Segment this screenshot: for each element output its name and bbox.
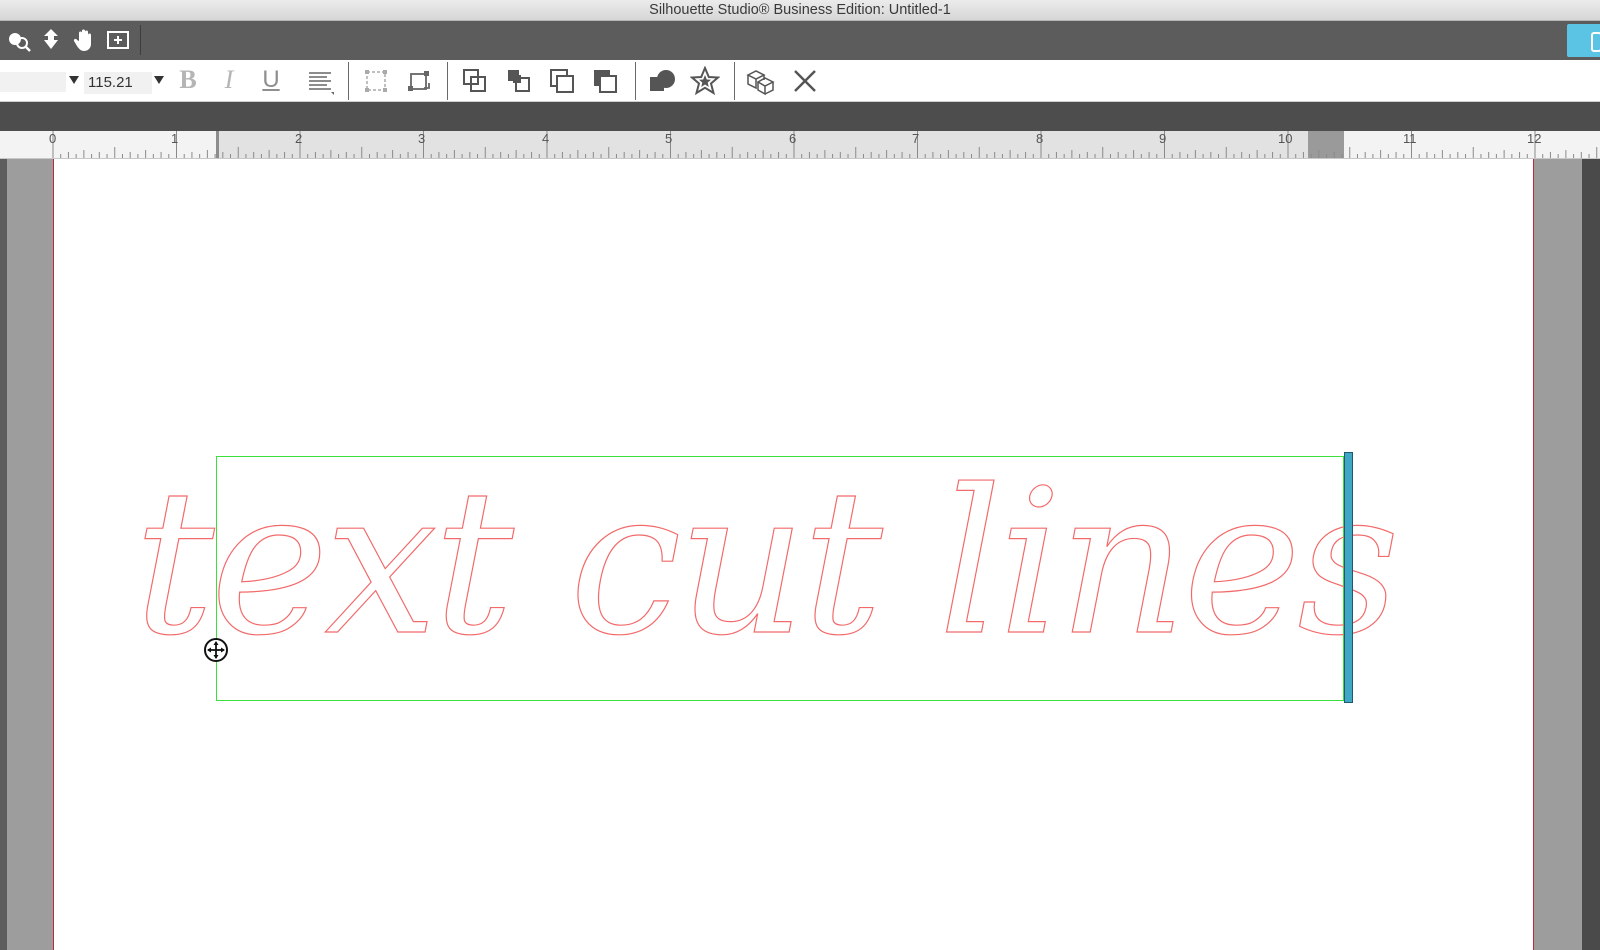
3d-box-icon[interactable] bbox=[745, 66, 775, 96]
ruler-label: 0 bbox=[49, 131, 57, 146]
merge-shapes-icon[interactable] bbox=[647, 66, 677, 96]
toolbar-separator bbox=[140, 25, 141, 55]
font-size-field[interactable]: 115.21 bbox=[84, 72, 152, 94]
ruler-label: 3 bbox=[418, 131, 426, 146]
toolbar-separator bbox=[348, 62, 349, 100]
panel-toggle-tab[interactable] bbox=[1567, 24, 1600, 57]
ruler-label: 2 bbox=[295, 131, 303, 146]
send-to-back-icon[interactable] bbox=[590, 66, 620, 96]
underline-button[interactable]: U bbox=[258, 66, 284, 94]
star-shape-icon[interactable] bbox=[689, 65, 721, 96]
font-name-field[interactable] bbox=[0, 72, 66, 92]
move-cursor-icon[interactable] bbox=[203, 637, 229, 663]
cut-line-text: text cut lines bbox=[134, 447, 1396, 680]
ruler-label: 11 bbox=[1403, 131, 1417, 146]
ruler-label: 12 bbox=[1527, 131, 1542, 146]
hand-pan-icon[interactable] bbox=[72, 27, 98, 53]
toolbar-separator bbox=[447, 62, 448, 100]
bring-to-front-icon[interactable] bbox=[460, 66, 490, 96]
toolbar-separator bbox=[635, 62, 636, 100]
text-cut-lines-object[interactable]: text cut lines bbox=[133, 440, 1400, 680]
zoom-fit-icon[interactable] bbox=[105, 27, 131, 53]
ruler-label: 7 bbox=[912, 131, 920, 146]
ruler-label: 1 bbox=[171, 131, 179, 146]
text-toolbar: 115.21 B I U bbox=[0, 60, 1600, 102]
ruler-label: 10 bbox=[1278, 131, 1293, 146]
transform-box-icon[interactable] bbox=[361, 66, 391, 96]
font-size-dropdown-icon[interactable] bbox=[154, 76, 164, 84]
text-width-handle[interactable] bbox=[1344, 452, 1353, 703]
horizontal-ruler[interactable]: 0 1 2 3 4 5 6 7 8 9 10 11 12 bbox=[0, 131, 1600, 159]
top-tool-strip bbox=[0, 21, 1600, 60]
secondary-toolbar-band bbox=[0, 102, 1600, 131]
italic-button[interactable]: I bbox=[216, 66, 242, 94]
left-margin-strip bbox=[0, 159, 7, 950]
delete-icon[interactable] bbox=[790, 66, 820, 96]
pan-down-icon[interactable] bbox=[38, 27, 64, 53]
align-text-icon[interactable] bbox=[305, 66, 335, 96]
bring-forward-icon[interactable] bbox=[504, 66, 534, 96]
ruler-label: 5 bbox=[665, 131, 673, 146]
ruler-label: 8 bbox=[1036, 131, 1044, 146]
toolbar-separator bbox=[734, 62, 735, 100]
send-backward-icon[interactable] bbox=[547, 66, 577, 96]
ruler-ticks bbox=[52, 131, 1598, 158]
title-bar: Silhouette Studio® Business Edition: Unt… bbox=[0, 0, 1600, 21]
font-dropdown-icon[interactable] bbox=[69, 76, 79, 84]
window-title: Silhouette Studio® Business Edition: Unt… bbox=[649, 2, 951, 18]
bold-button[interactable]: B bbox=[175, 66, 201, 94]
zoom-select-icon[interactable] bbox=[6, 27, 32, 53]
rotate-box-icon[interactable] bbox=[404, 66, 434, 96]
ruler-label: 9 bbox=[1159, 131, 1167, 146]
ruler-label: 6 bbox=[789, 131, 797, 146]
ruler-label: 4 bbox=[542, 131, 550, 146]
right-margin-strip bbox=[1582, 159, 1600, 950]
